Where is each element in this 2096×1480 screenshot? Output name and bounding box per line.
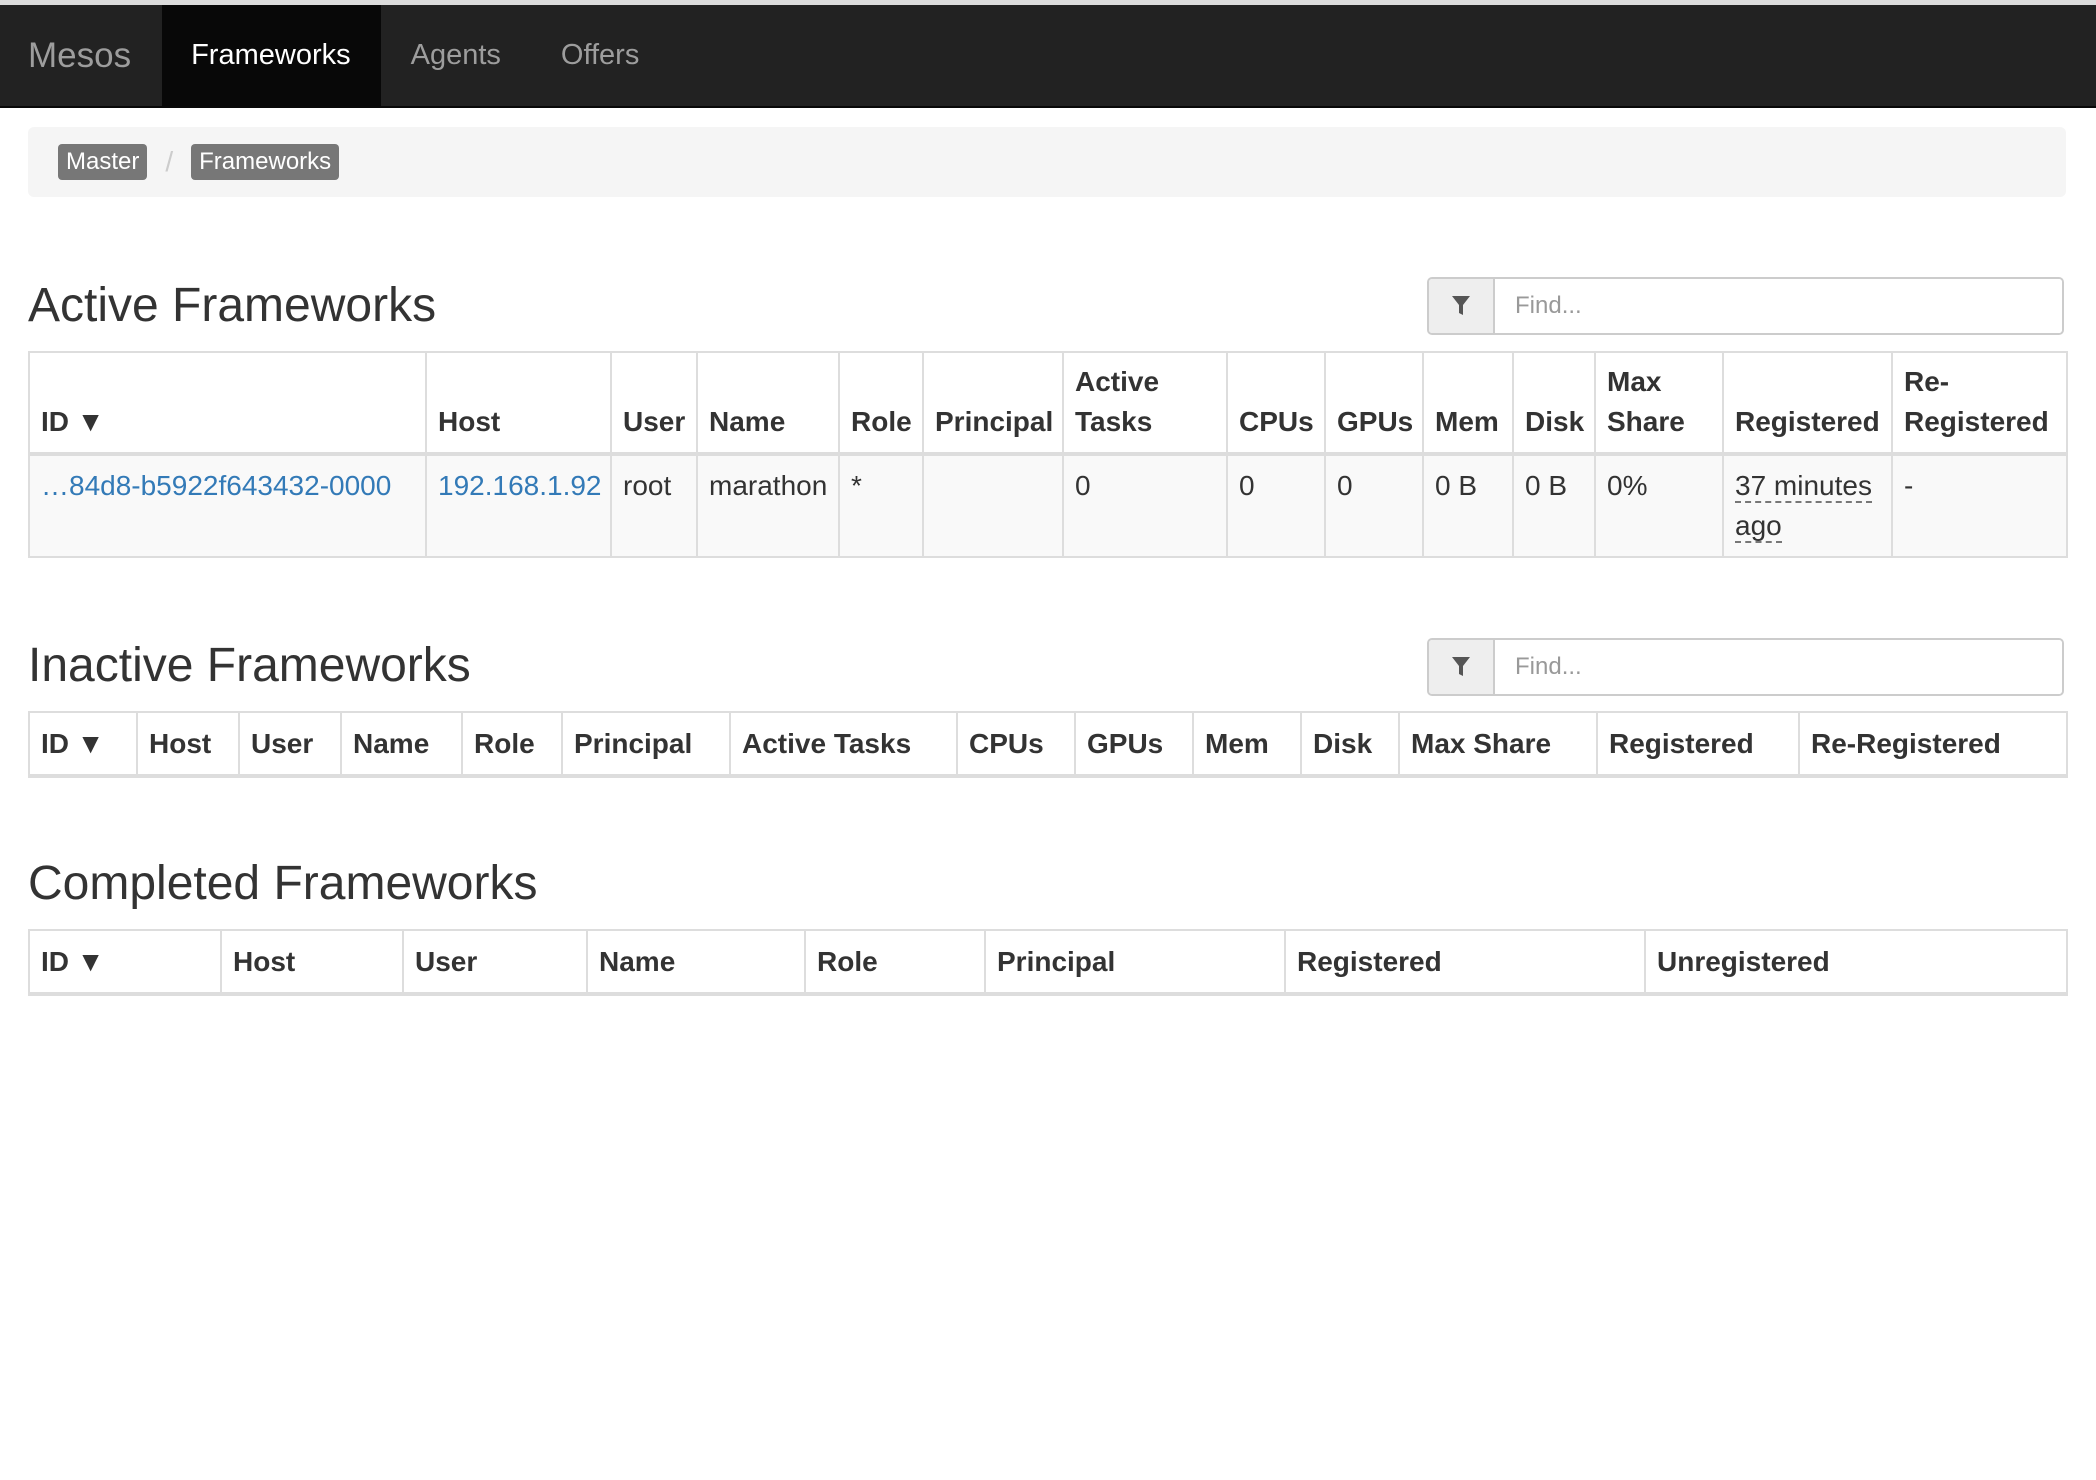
col-name[interactable]: Name <box>696 351 840 456</box>
disk-cell: 0 B <box>1512 453 1596 558</box>
col-cpus[interactable]: CPUs <box>956 711 1076 778</box>
col-gpus[interactable]: GPUs <box>1074 711 1194 778</box>
host-cell: 192.168.1.92 <box>425 453 612 558</box>
col-role[interactable]: Role <box>804 929 986 996</box>
registered-cell: 37 minutes ago <box>1722 453 1893 558</box>
active-find-input[interactable] <box>1495 279 2062 333</box>
col-disk[interactable]: Disk <box>1300 711 1400 778</box>
col-user[interactable]: User <box>610 351 698 456</box>
col-user[interactable]: User <box>402 929 588 996</box>
max-share-cell: 0% <box>1594 453 1724 558</box>
col-disk[interactable]: Disk <box>1512 351 1596 456</box>
framework-id-cell: …84d8-b5922f643432-0000 <box>28 453 427 558</box>
col-active-tasks[interactable]: Active Tasks <box>729 711 958 778</box>
breadcrumb-master[interactable]: Master <box>58 144 148 180</box>
active-frameworks-title: Active Frameworks <box>28 279 437 332</box>
col-id[interactable]: ID ▼ <box>28 711 138 778</box>
breadcrumb: Master / Frameworks <box>28 127 2066 197</box>
filter-icon <box>1429 640 1495 694</box>
col-cpus[interactable]: CPUs <box>1226 351 1326 456</box>
col-registered[interactable]: Registered <box>1284 929 1646 996</box>
host-link[interactable]: 192.168.1.92 <box>438 470 602 501</box>
col-registered[interactable]: Registered <box>1596 711 1800 778</box>
col-mem[interactable]: Mem <box>1422 351 1514 456</box>
col-host[interactable]: Host <box>220 929 404 996</box>
inactive-filter-group <box>1427 638 2064 696</box>
gpus-cell: 0 <box>1324 453 1424 558</box>
col-host[interactable]: Host <box>136 711 240 778</box>
top-navbar: Mesos Frameworks Agents Offers <box>0 5 2096 108</box>
completed-frameworks-title: Completed Frameworks <box>28 857 538 910</box>
inactive-frameworks-table: ID ▼ Host User Name Role Principal Activ… <box>28 711 2068 778</box>
col-role[interactable]: Role <box>838 351 924 456</box>
col-principal[interactable]: Principal <box>922 351 1064 456</box>
breadcrumb-frameworks[interactable]: Frameworks <box>191 144 340 180</box>
role-cell: * <box>838 453 924 558</box>
mem-cell: 0 B <box>1422 453 1514 558</box>
col-reregistered[interactable]: Re-Registered <box>1798 711 2068 778</box>
inactive-frameworks-title: Inactive Frameworks <box>28 639 471 692</box>
cpus-cell: 0 <box>1226 453 1326 558</box>
col-user[interactable]: User <box>238 711 342 778</box>
name-cell: marathon <box>696 453 840 558</box>
col-name[interactable]: Name <box>340 711 463 778</box>
table-header-row: ID ▼ Host User Name Role Principal Regis… <box>28 929 2068 996</box>
nav-offers[interactable]: Offers <box>531 5 669 106</box>
col-reregistered[interactable]: Re-Registered <box>1891 351 2068 456</box>
col-mem[interactable]: Mem <box>1192 711 1302 778</box>
breadcrumb-separator: / <box>165 146 174 177</box>
table-row: …84d8-b5922f643432-0000 192.168.1.92 roo… <box>28 453 2068 558</box>
brand-logo[interactable]: Mesos <box>0 5 162 106</box>
col-role[interactable]: Role <box>461 711 563 778</box>
nav-agents[interactable]: Agents <box>381 5 531 106</box>
col-active-tasks[interactable]: Active Tasks <box>1062 351 1228 456</box>
col-principal[interactable]: Principal <box>984 929 1286 996</box>
col-host[interactable]: Host <box>425 351 612 456</box>
col-id[interactable]: ID ▼ <box>28 929 222 996</box>
filter-icon <box>1429 279 1495 333</box>
active-frameworks-table: ID ▼ Host User Name Role Principal Activ… <box>28 351 2068 558</box>
framework-id-link[interactable]: …84d8-b5922f643432-0000 <box>41 470 391 501</box>
col-max-share[interactable]: Max Share <box>1398 711 1598 778</box>
col-unregistered[interactable]: Unregistered <box>1644 929 2068 996</box>
col-max-share[interactable]: Max Share <box>1594 351 1724 456</box>
table-header-row: ID ▼ Host User Name Role Principal Activ… <box>28 711 2068 778</box>
registered-time: 37 minutes ago <box>1735 470 1872 543</box>
col-registered[interactable]: Registered <box>1722 351 1893 456</box>
table-header-row: ID ▼ Host User Name Role Principal Activ… <box>28 351 2068 456</box>
active-tasks-cell: 0 <box>1062 453 1228 558</box>
user-cell: root <box>610 453 698 558</box>
principal-cell <box>922 453 1064 558</box>
col-id[interactable]: ID ▼ <box>28 351 427 456</box>
completed-frameworks-table: ID ▼ Host User Name Role Principal Regis… <box>28 929 2068 996</box>
col-principal[interactable]: Principal <box>561 711 731 778</box>
col-gpus[interactable]: GPUs <box>1324 351 1424 456</box>
active-filter-group <box>1427 277 2064 335</box>
inactive-find-input[interactable] <box>1495 640 2062 694</box>
reregistered-cell: - <box>1891 453 2068 558</box>
col-name[interactable]: Name <box>586 929 806 996</box>
nav-frameworks[interactable]: Frameworks <box>162 5 381 106</box>
